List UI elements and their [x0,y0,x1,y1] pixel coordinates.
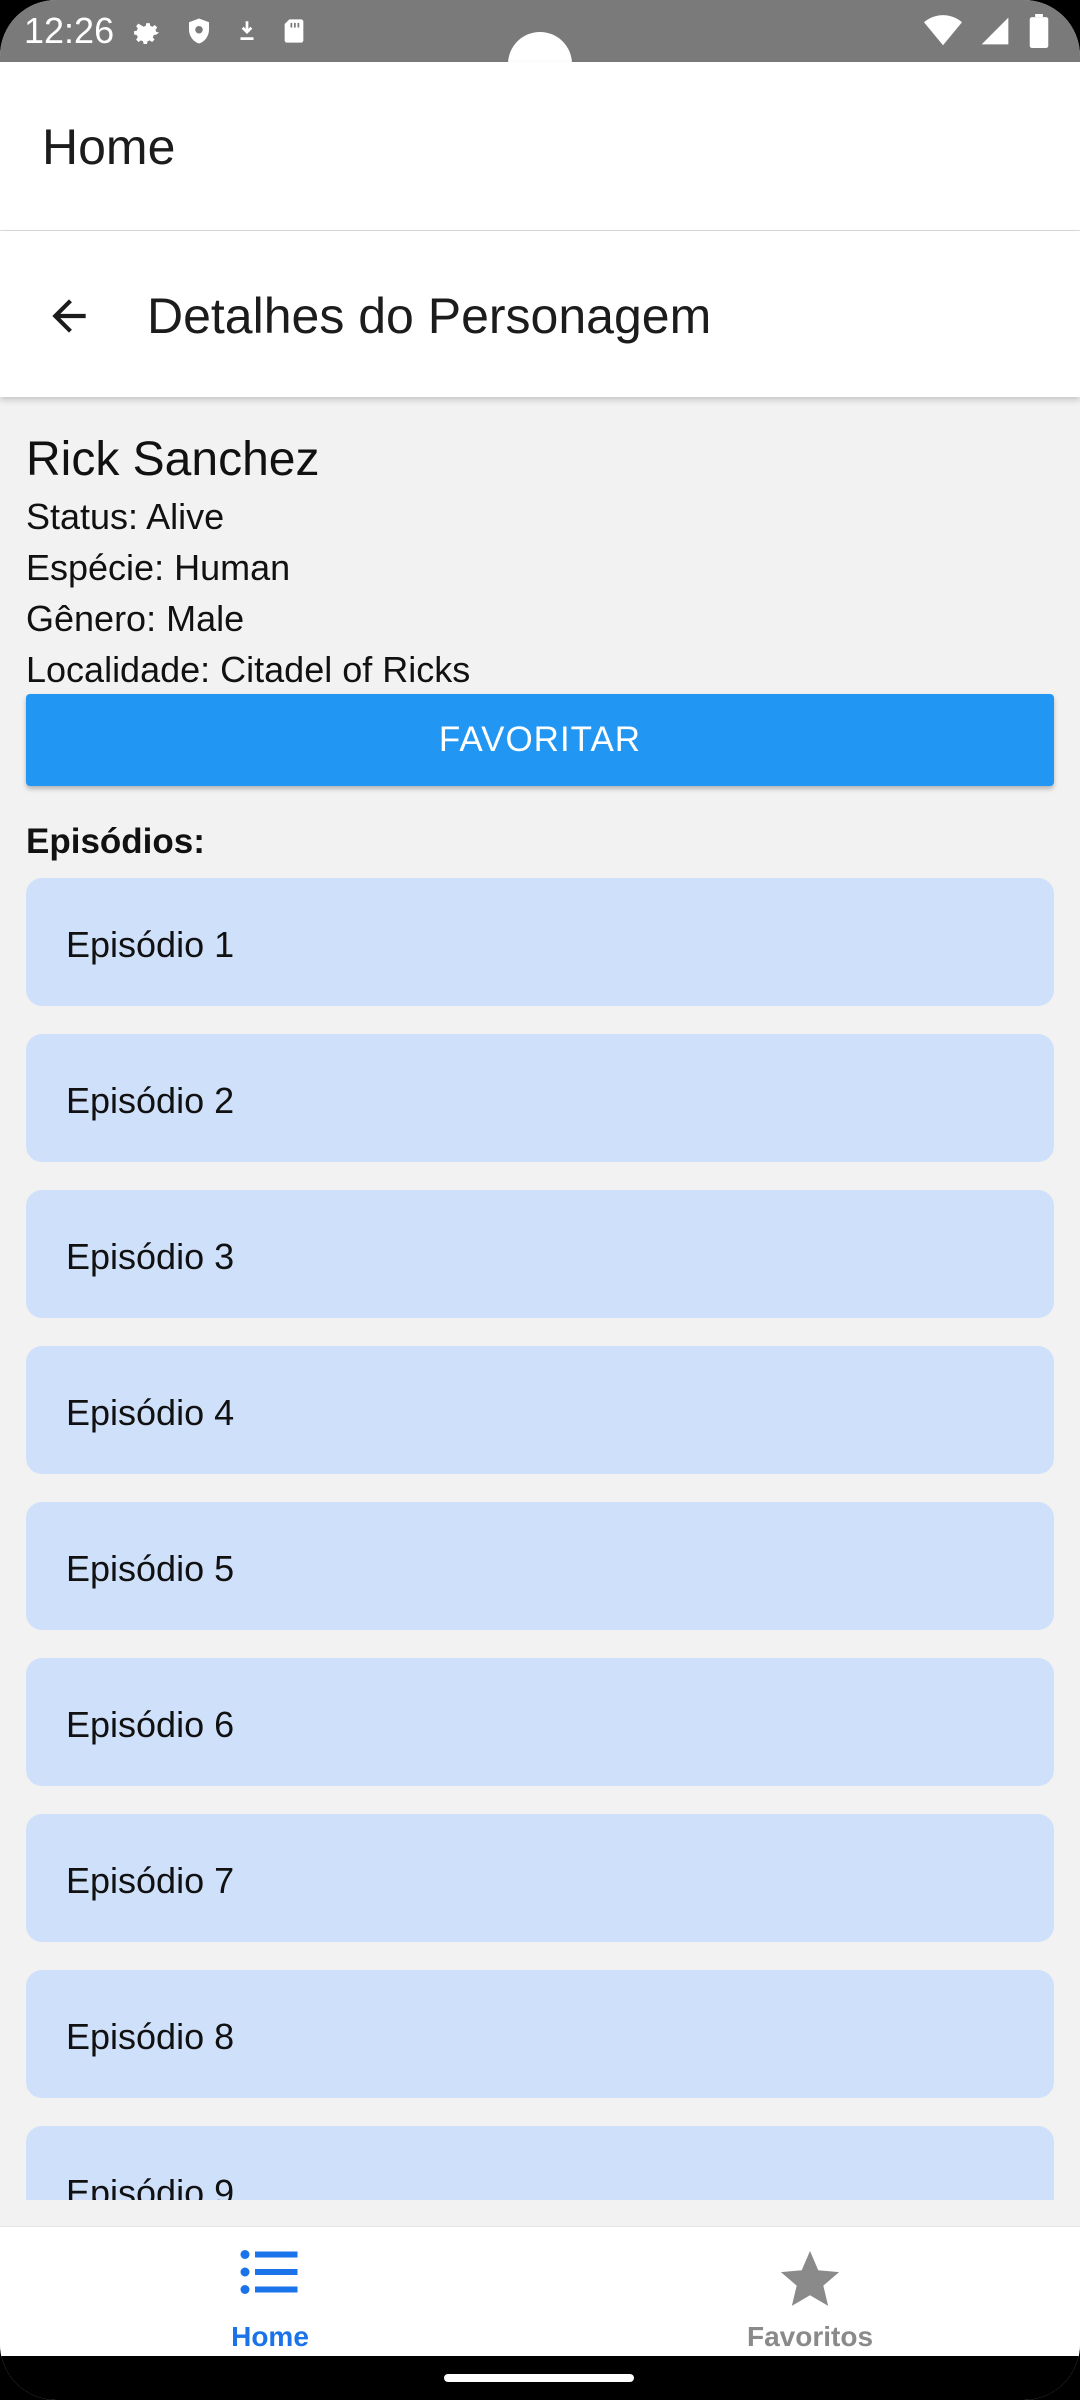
detail-app-bar: Detalhes do Personagem [0,231,1080,397]
detail-title: Detalhes do Personagem [147,288,712,344]
list-icon [240,2250,298,2294]
episode-item[interactable]: Episódio 5 [26,1502,1054,1630]
character-gender: Gênero: Male [26,598,245,639]
episode-item[interactable]: Episódio 1 [26,878,1054,1006]
back-button[interactable] [34,281,104,351]
character-location: Localidade: Citadel of Ricks [26,649,471,690]
wifi-icon [924,15,962,46]
episode-label: Episódio 3 [66,1236,235,1277]
episode-label: Episódio 1 [66,924,235,965]
episode-label: Episódio 7 [66,1860,235,1901]
sd-card-icon [284,19,304,43]
character-name: Rick Sanchez [26,433,320,486]
episode-label: Episódio 8 [66,2016,235,2057]
character-status: Status: Alive [26,496,225,537]
app-screen: 12:26 Home Detalhes do Personagem Rick S… [0,0,1080,2400]
nav-label-favoritos: Favoritos [746,2321,874,2352]
arrow-back-icon [52,299,86,333]
home-title: Home [42,119,176,175]
episode-label: Episódio 6 [66,1704,235,1745]
episode-label: Episódio 9 [66,2172,235,2200]
star-icon [780,2251,840,2306]
episode-item[interactable]: Episódio 9 [26,2126,1054,2200]
episode-item[interactable]: Episódio 2 [26,1034,1054,1162]
home-gesture-handle[interactable] [444,2374,634,2382]
bottom-navigation: Home Favoritos [0,2226,1080,2357]
nav-item-favoritos[interactable]: Favoritos [540,2227,1080,2357]
episodes-heading: Episódios: [26,822,205,861]
episode-item[interactable]: Episódio 8 [26,1970,1054,2098]
signal-icon [981,17,1009,45]
nav-label-home: Home [231,2321,309,2352]
nav-item-home[interactable]: Home [0,2227,540,2357]
character-species: Espécie: Human [26,547,291,588]
favorite-button[interactable]: FAVORITAR [26,694,1054,786]
battery-icon [1029,14,1049,48]
episode-item[interactable]: Episódio 4 [26,1346,1054,1474]
status-time: 12:26 [24,10,115,51]
status-right-icons [924,14,1050,48]
shield-icon [189,18,209,44]
status-left-icons [130,14,308,48]
home-app-bar: Home [0,62,1080,230]
gesture-bar [0,2356,1080,2400]
download-icon [240,21,254,40]
episode-item[interactable]: Episódio 3 [26,1190,1054,1318]
episode-label: Episódio 4 [66,1392,235,1433]
episode-label: Episódio 2 [66,1080,235,1121]
character-details: Rick Sanchez Status: Alive Espécie: Huma… [0,400,1080,2200]
settings-icon [134,23,160,45]
episode-item[interactable]: Episódio 7 [26,1814,1054,1942]
episode-label: Episódio 5 [66,1548,235,1589]
episode-item[interactable]: Episódio 6 [26,1658,1054,1786]
